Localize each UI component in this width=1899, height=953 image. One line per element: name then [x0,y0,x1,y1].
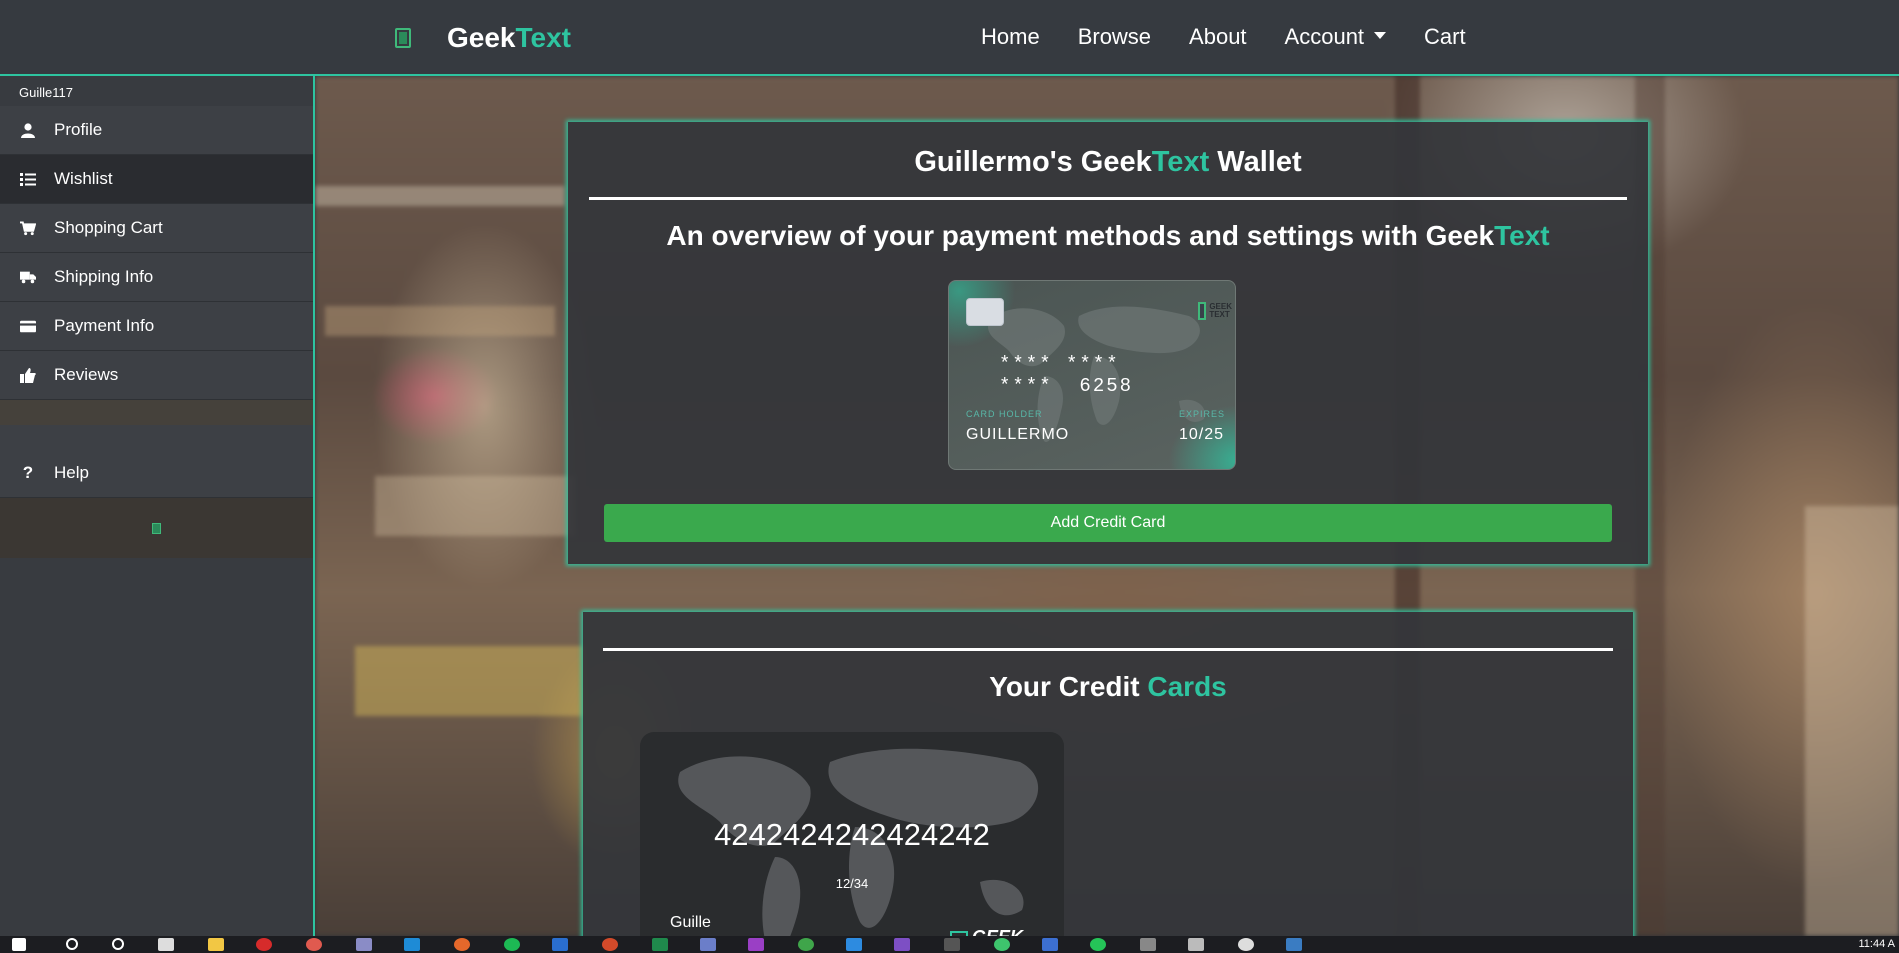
chip-icon [966,298,1004,326]
app-icon[interactable] [994,938,1010,951]
sidebar-item-label: Payment Info [54,316,155,335]
add-credit-card-button[interactable]: Add Credit Card [604,504,1612,542]
wallet-panel: Guillermo's GeekText Wallet An overview … [568,122,1648,564]
divider [603,648,1613,651]
list-icon [20,171,36,187]
sidebar: Guille117 Profile Wishlist Shopping Cart… [0,76,315,936]
app-icon[interactable] [454,938,470,951]
sidebar-item-wishlist[interactable]: Wishlist [0,155,313,204]
caret-down-icon [1374,31,1387,39]
brand-logo[interactable]: GeekText [395,22,571,54]
app-icon[interactable] [1140,938,1156,951]
brand-name: GeekText [447,22,571,53]
cortana-icon[interactable] [112,938,124,950]
visual-studio-icon[interactable] [894,938,910,951]
expires-value: 10/25 [1179,426,1225,443]
app-icon[interactable] [1238,938,1254,951]
question-icon: ? [22,463,34,482]
search-icon[interactable] [66,938,78,950]
book-icon [152,522,161,534]
card-number: 4242424242424242 [714,817,990,852]
card-holder-name: Guille [670,914,711,931]
windows-start-icon[interactable] [12,938,26,951]
saved-credit-card[interactable]: 4242424242424242 12/34 Guille GEEK [640,732,1064,953]
book-icon [395,28,411,48]
sidebar-item-label: Reviews [54,365,119,384]
card-expiry: 12/34 [835,876,869,891]
app-icon[interactable] [700,938,716,951]
sidebar-footer [0,498,313,558]
geektext-card-logo: GEEK TEXT [1198,301,1232,321]
whatsapp-icon[interactable] [1090,938,1106,951]
app-icon[interactable] [404,938,420,951]
sidebar-item-label: Shipping Info [54,267,154,286]
sidebar-item-label: Profile [54,120,103,139]
sidebar-item-label: Shopping Cart [54,218,163,237]
credit-cards-panel: Your Credit Cards 4242424242424242 12/34… [583,612,1633,953]
wallet-title: Guillermo's GeekText Wallet [914,146,1302,178]
task-view-icon[interactable] [158,938,174,951]
app-icon[interactable] [356,938,372,951]
expires-label: EXPIRES [1179,409,1226,419]
nav-cart-link[interactable]: Cart [1424,24,1466,50]
sidebar-item-shipping-info[interactable]: Shipping Info [0,253,313,302]
app-icon[interactable] [1188,938,1204,951]
nav-links: Home Browse About Account Cart [981,24,1504,50]
sidebar-divider [0,400,313,425]
app-icon[interactable] [1042,938,1058,951]
card-holder-label: CARD HOLDER [966,409,1043,419]
sidebar-item-reviews[interactable]: Reviews [0,351,313,400]
sidebar-item-label: Wishlist [54,169,113,188]
top-navbar: GeekText Home Browse About Account Cart [0,0,1899,76]
nav-home-link[interactable]: Home [981,24,1040,50]
app-icon[interactable] [602,938,618,951]
word-icon[interactable] [552,938,568,951]
chrome-icon[interactable] [306,938,322,951]
user-icon [20,122,36,138]
nav-about-link[interactable]: About [1189,24,1247,50]
nav-account-label: Account [1284,24,1365,49]
sidebar-username: Guille117 [19,85,73,100]
sidebar-item-profile[interactable]: Profile [0,106,313,155]
windows-taskbar: 11:44 A [0,936,1899,953]
app-icon[interactable] [748,938,764,951]
app-icon[interactable] [1286,938,1302,951]
vscode-icon[interactable] [846,938,862,951]
card-holder-name: GUILLERMO [966,426,1070,443]
taskbar-clock[interactable]: 11:44 A [1859,938,1896,950]
nav-account-dropdown[interactable]: Account [1285,24,1387,50]
card-number: **** **** **** 6258 [999,353,1134,397]
spotify-icon[interactable] [504,938,520,951]
credit-card-preview: GEEK TEXT **** **** **** 6258 CARD HOLDER… [948,280,1236,470]
sidebar-item-shopping-cart[interactable]: Shopping Cart [0,204,313,253]
sidebar-gap [0,425,313,449]
excel-icon[interactable] [652,938,668,951]
opera-icon[interactable] [256,938,272,951]
credit-cards-title: Your Credit Cards [989,671,1227,702]
wallet-subtitle: An overview of your payment methods and … [666,220,1550,251]
cart-icon [20,220,36,236]
sidebar-item-payment-info[interactable]: Payment Info [0,302,313,351]
truck-icon [20,269,36,285]
divider [589,197,1627,200]
nav-browse-link[interactable]: Browse [1078,24,1151,50]
file-explorer-icon[interactable] [208,938,224,951]
terminal-icon[interactable] [944,938,960,951]
thumbs-up-icon [20,367,36,383]
sidebar-item-label: Help [54,463,89,482]
app-icon[interactable] [798,938,814,951]
credit-card-icon [20,318,36,334]
sidebar-item-help[interactable]: ? Help [0,449,313,498]
